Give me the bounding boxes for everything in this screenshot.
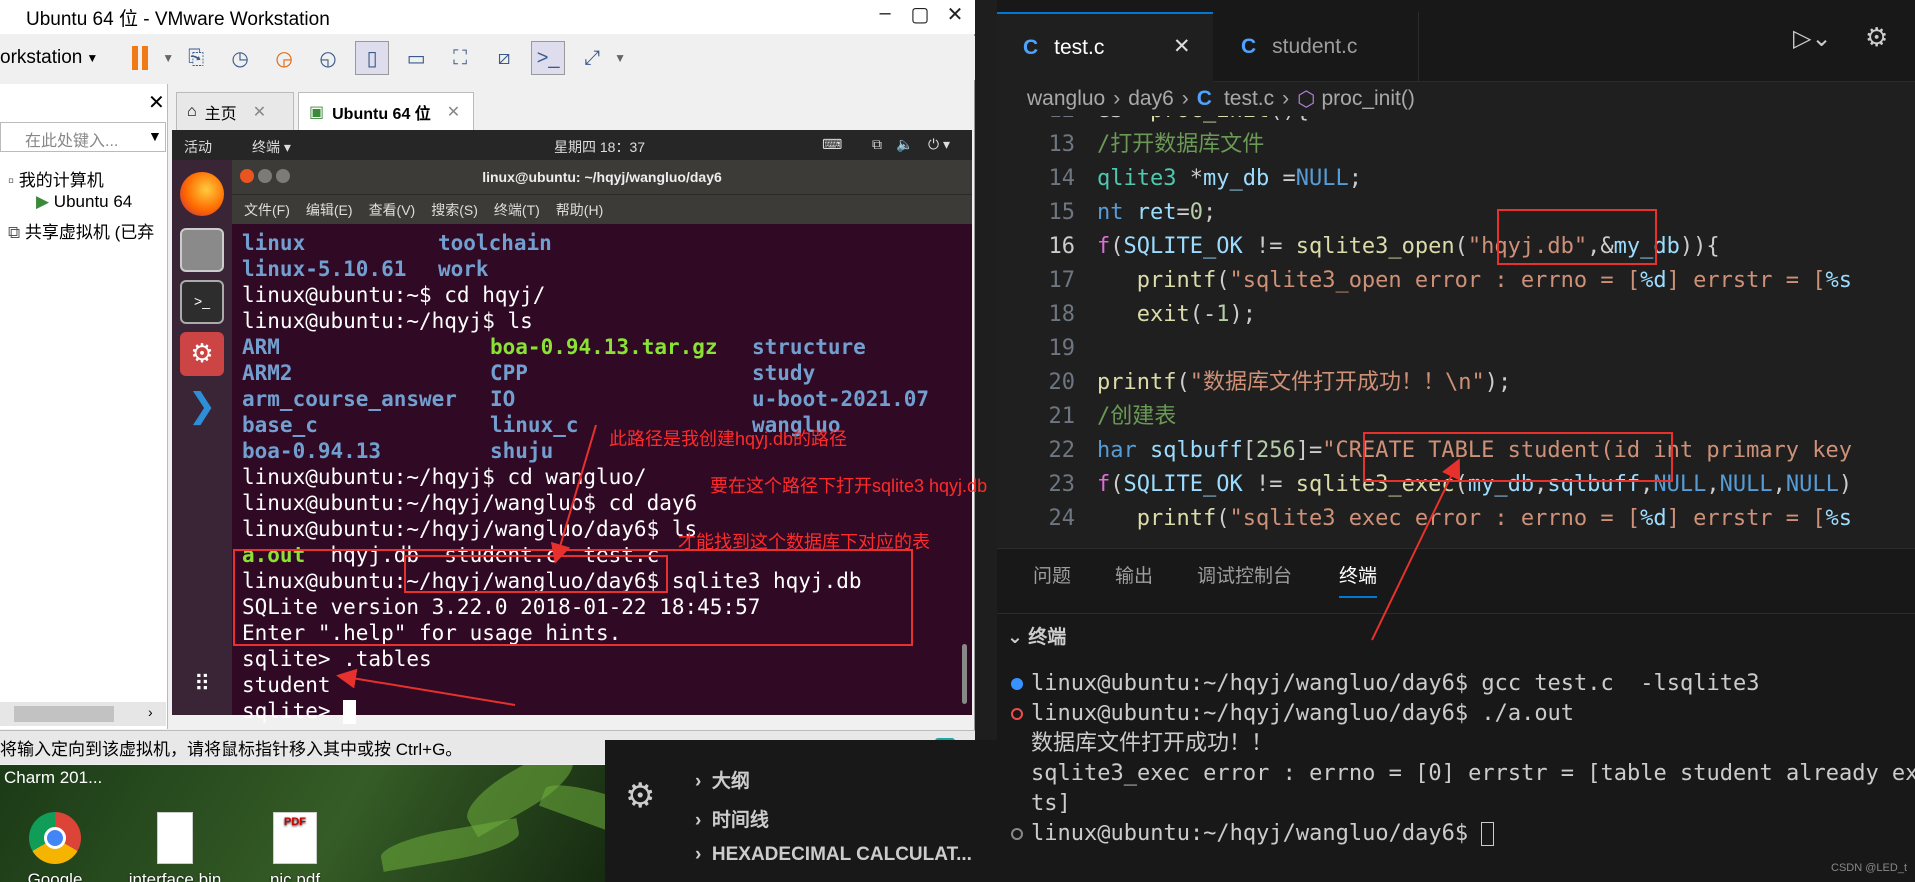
screen: Charm 201... Google Chro... interface.bi… xyxy=(0,0,1915,882)
annotation-arrows xyxy=(336,424,1461,706)
